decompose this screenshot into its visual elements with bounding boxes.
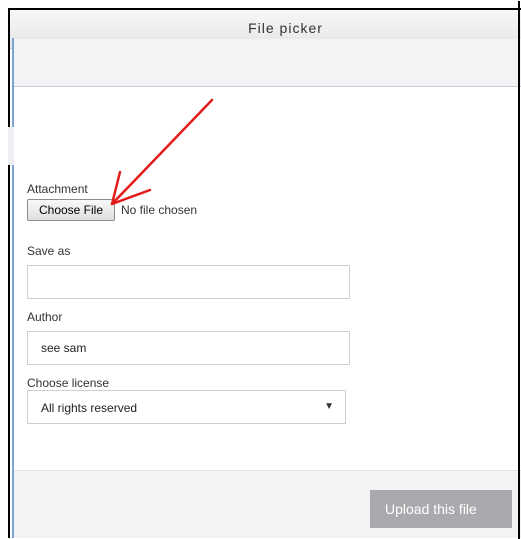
red-arrow-annotation bbox=[110, 98, 214, 206]
arrow-shaft bbox=[110, 98, 214, 206]
